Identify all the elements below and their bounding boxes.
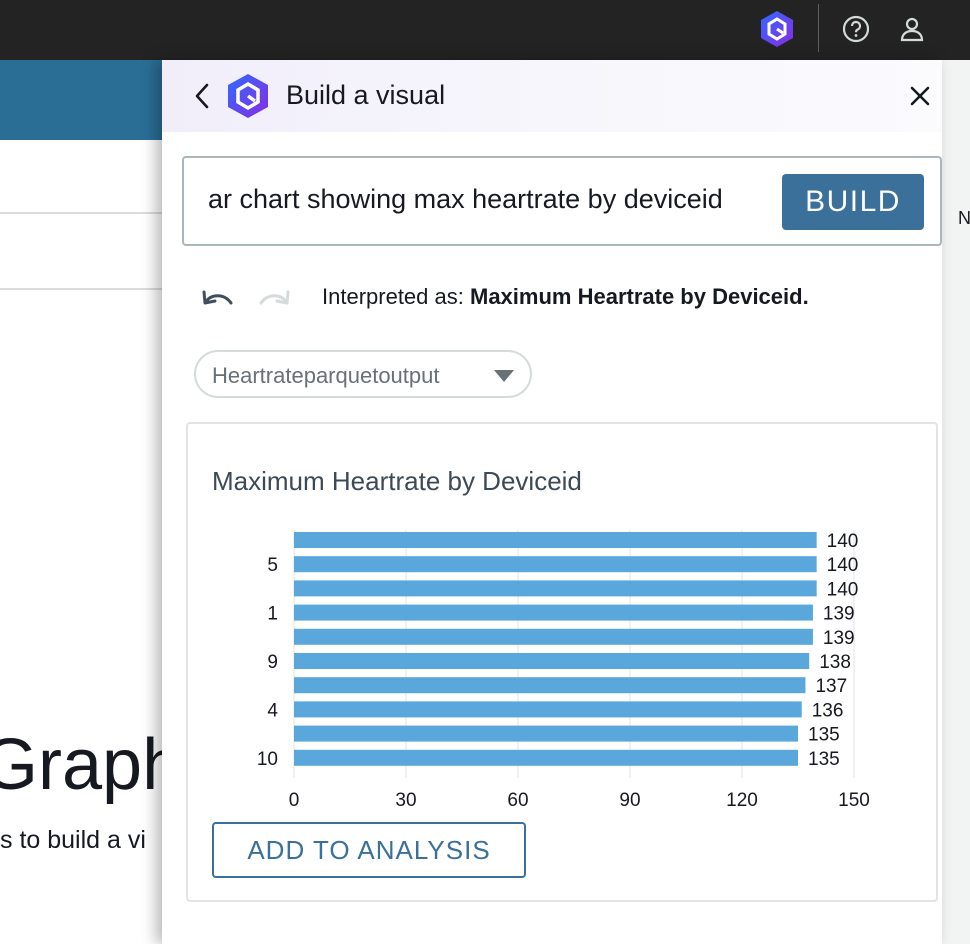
background-subtext: s to build a vi <box>0 826 146 854</box>
user-icon[interactable] <box>897 14 927 44</box>
bar <box>294 556 817 573</box>
chart-card: Maximum Heartrate by Deviceid 0 30 60 90 120… <box>186 422 938 902</box>
data-label: 138 <box>819 652 851 673</box>
background-right-text: N <box>958 208 970 228</box>
back-chevron-icon[interactable] <box>190 80 214 112</box>
bar <box>294 653 810 669</box>
x-tick-label: 120 <box>726 790 758 810</box>
data-label: 140 <box>827 579 859 600</box>
divider <box>0 288 170 290</box>
bar-chart: 0 30 60 90 120 150 140 5 140 140 1 139 139 9 138 137 4 13… <box>257 530 870 810</box>
top-nav-bar <box>0 0 970 60</box>
redo-icon <box>259 290 290 305</box>
undo-icon[interactable] <box>198 286 238 316</box>
panel-title: Build a visual <box>286 80 446 110</box>
y-tick-label: 1 <box>267 604 278 625</box>
bar <box>294 725 798 742</box>
background-banner <box>0 60 170 140</box>
query-input[interactable]: ar chart showing max heartrate by device… <box>182 156 942 246</box>
divider <box>818 4 819 52</box>
data-label: 140 <box>827 555 859 576</box>
bar <box>294 677 806 694</box>
background-heading: Graph <box>0 725 183 805</box>
y-tick-label: 9 <box>267 652 278 673</box>
bar <box>294 628 813 645</box>
bar <box>294 532 817 548</box>
data-label: 136 <box>812 700 844 721</box>
chart-title: Maximum Heartrate by Deviceid <box>212 466 582 496</box>
add-to-analysis-button[interactable]: ADD TO ANALYSIS <box>212 822 526 878</box>
bar <box>294 701 802 718</box>
build-button[interactable]: BUILD <box>782 174 924 230</box>
data-label: 139 <box>823 628 855 649</box>
data-label: 140 <box>827 531 859 552</box>
x-tick-label: 30 <box>395 790 416 810</box>
y-tick-label: 5 <box>267 555 278 576</box>
x-tick-label: 90 <box>619 790 640 810</box>
caret-down-icon <box>494 370 514 382</box>
interpreted-as-value: Maximum Heartrate by Deviceid. <box>470 284 809 309</box>
y-tick-label: 10 <box>257 749 278 770</box>
bar <box>294 604 813 621</box>
x-tick-label: 0 <box>289 790 300 810</box>
dataset-dropdown-value: Heartrateparquetoutput <box>212 363 440 388</box>
close-icon[interactable] <box>906 82 934 110</box>
bar <box>294 580 817 597</box>
divider <box>0 212 170 214</box>
query-input-value: ar chart showing max heartrate by device… <box>208 184 723 214</box>
amazon-q-icon[interactable] <box>757 9 797 49</box>
interpreted-as-text: Interpreted as: Maximum Heartrate by Dev… <box>322 284 809 310</box>
bar <box>294 749 798 766</box>
data-label: 139 <box>823 604 855 625</box>
help-icon[interactable] <box>841 14 871 44</box>
dataset-dropdown[interactable]: Heartrateparquetoutput <box>194 350 532 398</box>
y-tick-label: 4 <box>267 700 278 721</box>
data-label: 135 <box>808 749 840 770</box>
interpreted-as-label: Interpreted as: <box>322 284 464 309</box>
build-visual-panel: Build a visual ar chart showing max hear… <box>162 60 942 944</box>
panel-header: Build a visual <box>162 60 942 132</box>
data-label: 137 <box>815 676 847 697</box>
x-tick-label: 60 <box>507 790 528 810</box>
amazon-q-icon <box>228 74 268 118</box>
x-tick-label: 150 <box>838 790 870 810</box>
background-right-strip <box>942 60 970 944</box>
data-label: 135 <box>808 725 840 746</box>
